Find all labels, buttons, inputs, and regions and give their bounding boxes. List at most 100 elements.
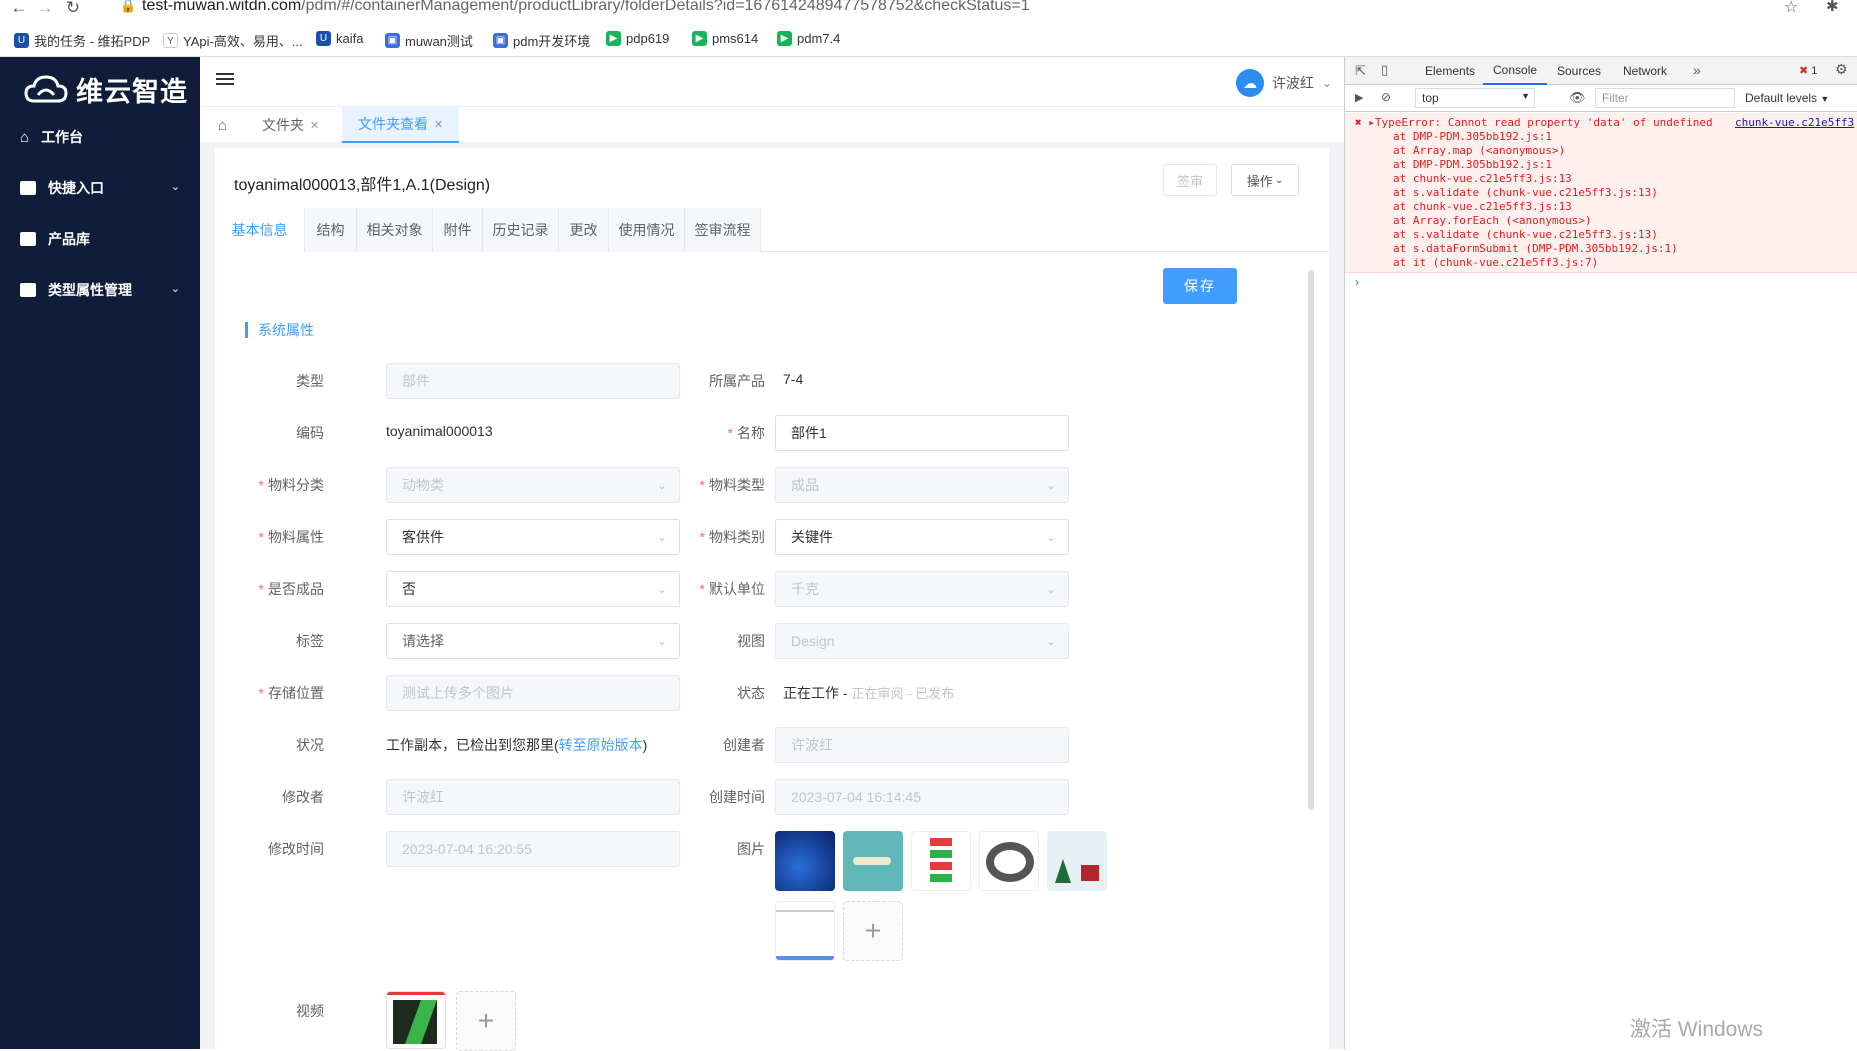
operations-button[interactable]: 操作 ⌄ (1231, 164, 1299, 196)
bookmark[interactable]: ▶ pdm7.4 (777, 31, 840, 46)
name-input[interactable]: 部件1 (775, 415, 1069, 451)
devtools-tabbar: ⇱ ▯ Elements Console Sources Network » ✖… (1345, 57, 1857, 85)
reload-icon[interactable]: ↻ (62, 0, 84, 18)
image-thumbnail[interactable] (775, 901, 835, 961)
context-select[interactable]: top ▼ (1415, 88, 1535, 108)
devtools-tab-sources[interactable]: Sources (1547, 57, 1611, 85)
bookmark[interactable]: ▶ pms614 (692, 31, 758, 46)
image-thumbnail[interactable] (843, 831, 903, 891)
stack-line[interactable]: at s.dataFormSubmit (DMP-PDM.305bb192.js… (1355, 242, 1857, 256)
clear-console-icon[interactable]: ⊘ (1381, 90, 1391, 104)
clipboard-icon (20, 181, 36, 195)
extension-icon[interactable]: ✱ (1826, 0, 1839, 15)
detail-tabs: 基本信息 结构 相关对象 附件 历史记录 更改 使用情况 签审流程 (215, 208, 1329, 252)
plus-icon: + (864, 915, 882, 946)
menu-toggle-icon[interactable] (216, 73, 234, 87)
user-menu[interactable]: ☁ 许波红 ⌄ (1235, 69, 1332, 97)
image-thumbnail[interactable] (1047, 831, 1107, 891)
console-error: ✖ ▸TypeError: Cannot read property 'data… (1345, 113, 1857, 273)
material-category-select[interactable]: 关键件 ⌄ (775, 519, 1069, 555)
error-source-link[interactable]: chunk-vue.c21e5ff3 (1735, 116, 1854, 130)
label-text: 是否成品 (268, 581, 324, 597)
save-button[interactable]: 保存 (1163, 268, 1237, 304)
stack-line: at Array.forEach (<anonymous>) (1393, 214, 1592, 227)
stack-line[interactable]: at s.validate (chunk-vue.c21e5ff3.js:13) (1355, 186, 1857, 200)
sign-button[interactable]: 签审 (1163, 164, 1217, 196)
bookmark[interactable]: Ukaifa (316, 31, 363, 46)
tab-basic-info[interactable]: 基本信息 (215, 208, 305, 252)
tab-folder[interactable]: 文件夹 ✕ (250, 107, 331, 143)
cloud-logo-icon (24, 75, 68, 103)
tab-home[interactable]: ⌂ (206, 107, 239, 143)
modifier-field: 许波红 (386, 779, 680, 815)
back-icon[interactable]: ← (8, 0, 30, 18)
image-thumbnail[interactable] (979, 831, 1039, 891)
tab-usage[interactable]: 使用情况 (609, 208, 685, 252)
material-class-label: * 物料分类 (258, 477, 324, 493)
bookmark[interactable]: ▶ pdp619 (606, 31, 669, 46)
tab-sign-flow[interactable]: 签审流程 (685, 208, 761, 252)
bookmark[interactable]: U 我的任务 - 维拓PDP (14, 31, 150, 50)
stack-line[interactable]: at DMP-PDM.305bb192.js:1 (1355, 158, 1857, 172)
stack-line[interactable]: at s.validate (chunk-vue.c21e5ff3.js:13) (1355, 228, 1857, 242)
tab-related[interactable]: 相关对象 (357, 208, 433, 252)
bookmark[interactable]: ▣ muwan测试 (385, 31, 473, 50)
tab-folder-view[interactable]: 文件夹查看 ✕ (342, 107, 460, 143)
logo: 维云智造 (24, 65, 188, 113)
sidebar-item-product-library[interactable]: 产品库 (0, 214, 200, 264)
stack-line[interactable]: at DMP-PDM.305bb192.js:1 (1355, 130, 1857, 144)
bookmark[interactable]: ▣ pdm开发环境 (493, 31, 590, 50)
sidebar-item-shortcuts[interactable]: 快捷入口 ⌄ (0, 163, 200, 213)
material-attr-label: * 物料属性 (258, 529, 324, 545)
inspect-icon[interactable]: ⇱ (1355, 63, 1366, 79)
tag-select[interactable]: 请选择 ⌄ (386, 623, 680, 659)
image-thumbnail[interactable] (911, 831, 971, 891)
bookmark-label: muwan测试 (405, 34, 473, 49)
devtools-tab-elements[interactable]: Elements (1415, 57, 1485, 85)
tab-attachments[interactable]: 附件 (433, 208, 483, 252)
material-attr-select[interactable]: 客供件 ⌄ (386, 519, 680, 555)
bookmark-label: kaifa (336, 31, 364, 46)
select-value: 千克 (791, 581, 819, 597)
more-tabs-icon[interactable]: » (1693, 62, 1701, 78)
forward-icon[interactable]: → (34, 0, 56, 18)
sidebar-item-workbench[interactable]: ⌂ 工作台 (0, 112, 200, 162)
video-upload-button[interactable]: + (456, 991, 516, 1051)
finished-select[interactable]: 否 ⌄ (386, 571, 680, 607)
sidebar-item-type-attr[interactable]: 类型属性管理 ⌄ (0, 265, 200, 315)
page-tabs: ⌂ 文件夹 ✕ 文件夹查看 ✕ (200, 107, 1344, 143)
stack-line[interactable]: at chunk-vue.c21e5ff3.js:13 (1355, 172, 1857, 186)
scrollbar[interactable] (1308, 270, 1314, 810)
storage-value: 测试上传多个图片 (402, 685, 514, 701)
tab-history[interactable]: 历史记录 (483, 208, 559, 252)
error-message: TypeError: Cannot read property 'data' o… (1374, 116, 1713, 129)
stack-line[interactable]: at it (chunk-vue.c21e5ff3.js:7) (1355, 256, 1857, 270)
eye-icon[interactable]: 👁 (1569, 90, 1586, 106)
device-toolbar-icon[interactable]: ▯ (1381, 62, 1388, 78)
close-icon[interactable]: ✕ (434, 118, 443, 131)
image-thumbnail[interactable] (775, 831, 835, 891)
address-bar[interactable]: test-muwan.witdn.com/pdm/#/containerMana… (142, 0, 1030, 15)
error-message-line[interactable]: ✖ ▸TypeError: Cannot read property 'data… (1355, 116, 1857, 130)
stack-line[interactable]: at chunk-vue.c21e5ff3.js:13 (1355, 200, 1857, 214)
tab-changes[interactable]: 更改 (559, 208, 609, 252)
devtools-tab-console[interactable]: Console (1483, 57, 1548, 85)
default-unit-select: 千克 ⌄ (775, 571, 1069, 607)
tab-structure[interactable]: 结构 (305, 208, 357, 252)
sidebar-toggle-icon[interactable]: ▶ (1355, 91, 1363, 104)
devtools-tab-network[interactable]: Network (1613, 57, 1677, 85)
log-levels-select[interactable]: Default levels ▼ (1745, 91, 1829, 105)
settings-gear-icon[interactable]: ⚙ (1835, 61, 1848, 78)
go-original-link[interactable]: 转至原始版本 (559, 737, 643, 753)
name-value: 部件1 (791, 425, 827, 441)
operations-label: 操作 (1246, 173, 1273, 189)
close-icon[interactable]: ✕ (310, 119, 319, 132)
console-prompt-icon[interactable]: › (1355, 275, 1359, 289)
label-text: 物料分类 (268, 477, 324, 493)
star-icon[interactable]: ☆ (1784, 0, 1798, 17)
video-thumbnail[interactable] (386, 991, 446, 1049)
image-upload-button[interactable]: + (843, 901, 903, 961)
bookmark[interactable]: Y YApi-高效、易用、... (163, 31, 303, 50)
error-badge[interactable]: ✖ 1 (1799, 64, 1817, 77)
console-filter-input[interactable]: Filter (1595, 88, 1735, 108)
